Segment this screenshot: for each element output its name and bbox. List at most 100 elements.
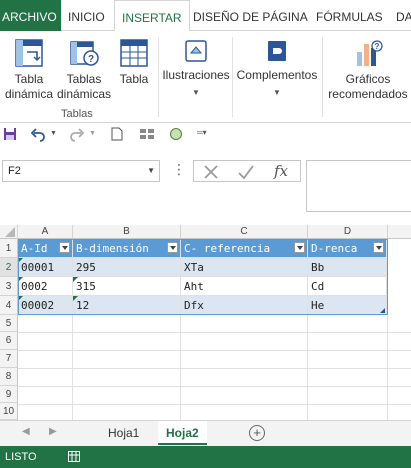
status-text: LISTO — [5, 451, 37, 463]
table-cell[interactable]: Dfx — [181, 296, 308, 315]
row-header[interactable]: 4 — [0, 296, 18, 315]
table-cell[interactable]: 00002 — [18, 296, 73, 315]
table-header-cell[interactable]: D-renca — [308, 239, 387, 258]
pivot-table-icon — [15, 39, 43, 67]
status-bar: LISTO — [0, 446, 411, 468]
table-cell-value: 00001 — [21, 261, 55, 274]
column-header-d[interactable]: D — [308, 225, 388, 239]
insert-function-icon[interactable]: fx — [274, 162, 288, 180]
tab-datos[interactable]: DA — [396, 0, 411, 31]
cancel-icon[interactable] — [203, 164, 219, 180]
more-options-icon[interactable]: ⋮ — [172, 161, 186, 178]
previous-sheet-icon[interactable]: ◀ — [22, 426, 30, 437]
empty-cells[interactable] — [18, 315, 411, 420]
name-box-value: F2 — [8, 165, 21, 177]
filter-dropdown-icon[interactable] — [59, 242, 70, 253]
select-all-corner[interactable] — [0, 225, 18, 239]
row-header[interactable]: 5 — [0, 315, 18, 332]
table-cell[interactable]: 00001 — [18, 258, 73, 277]
sheet-tab-hoja2[interactable]: Hoja2 — [158, 421, 207, 445]
recommended-charts-icon: ? — [357, 40, 383, 66]
addins-icon — [268, 41, 286, 61]
table-cell[interactable]: 12 — [73, 296, 181, 315]
error-indicator-icon — [18, 277, 23, 282]
sheet-tab-hoja1[interactable]: Hoja1 — [100, 421, 147, 445]
table-cell[interactable]: 315 — [73, 277, 181, 296]
table-cell[interactable]: Aht — [181, 277, 308, 296]
gridline — [387, 239, 388, 420]
ribbon-separator — [322, 37, 323, 117]
filter-dropdown-icon[interactable] — [167, 242, 178, 253]
table-resize-handle-icon[interactable] — [380, 308, 385, 313]
table-cell-value: He — [311, 299, 325, 312]
column-header-b[interactable]: B — [73, 225, 181, 239]
customize-toolbar-icon[interactable]: ═▾ — [197, 128, 207, 144]
column-header-e[interactable] — [388, 225, 411, 239]
error-indicator-icon — [18, 296, 23, 301]
next-sheet-icon[interactable]: ▶ — [49, 426, 57, 437]
column-header-c[interactable]: C — [181, 225, 308, 239]
table-cell[interactable]: Bb — [308, 258, 387, 277]
row-header[interactable]: 2 — [0, 258, 18, 277]
row-header[interactable]: 7 — [0, 350, 18, 368]
error-indicator-icon — [18, 258, 23, 263]
macro-record-icon[interactable] — [68, 451, 80, 462]
table-cell[interactable]: 0002 — [18, 277, 73, 296]
pivot-table-button[interactable]: Tabla dinámica — [4, 38, 54, 102]
save-icon[interactable] — [3, 127, 17, 143]
circle-shape-icon[interactable] — [169, 127, 183, 143]
quick-access-toolbar: ▼ ▼ ═▾ — [0, 123, 411, 147]
recommended-pivot-tables-button[interactable]: ? Tablas dinámicas — [56, 38, 112, 102]
recommended-charts-button[interactable]: ? Gráficos recomendados — [326, 38, 410, 102]
table-cell[interactable]: Cd — [308, 277, 387, 296]
select-all-icon — [5, 227, 15, 237]
redo-dropdown-icon[interactable]: ▼ — [89, 130, 96, 146]
enter-check-icon[interactable] — [237, 164, 255, 180]
name-box[interactable]: F2 ▼ — [2, 160, 160, 182]
row-header[interactable]: 6 — [0, 332, 18, 350]
redo-icon[interactable] — [69, 127, 85, 143]
ribbon-tabs: ARCHIVO INICIO INSERTAR DISEÑO DE PÁGINA… — [0, 0, 411, 32]
filter-dropdown-icon[interactable] — [294, 242, 305, 253]
table-header-label: A-Id — [21, 242, 48, 255]
layout-icon[interactable] — [139, 127, 155, 143]
column-header-a[interactable]: A — [18, 225, 73, 239]
table-cell[interactable]: He — [308, 296, 387, 315]
tab-diseno-de-pagina[interactable]: DISEÑO DE PÁGINA — [193, 0, 308, 31]
gridline — [180, 315, 181, 420]
undo-dropdown-icon[interactable]: ▼ — [50, 130, 57, 146]
illustrations-button[interactable]: Ilustraciones ▼ — [162, 38, 230, 100]
tab-inicio[interactable]: INICIO — [68, 0, 105, 31]
row-header[interactable]: 3 — [0, 277, 18, 296]
row-header[interactable]: 10 — [0, 403, 18, 420]
recommended-pivot-tables-icon: ? — [70, 41, 99, 66]
error-indicator-icon — [73, 296, 78, 301]
table-cell-value: 295 — [76, 261, 96, 274]
table-cell[interactable]: XTa — [181, 258, 308, 277]
table-header-cell[interactable]: B-dimensión — [73, 239, 181, 258]
svg-text:?: ? — [88, 54, 94, 65]
chevron-down-icon[interactable]: ▼ — [147, 166, 155, 175]
tables-group-label: Tablas — [61, 108, 93, 120]
undo-icon[interactable] — [30, 127, 46, 143]
tab-archivo[interactable]: ARCHIVO — [0, 0, 61, 31]
row-header[interactable]: 9 — [0, 386, 18, 403]
table-icon — [120, 39, 148, 67]
addins-label: Complementos — [236, 68, 318, 82]
new-document-icon[interactable] — [111, 127, 123, 143]
formula-input[interactable] — [306, 160, 411, 212]
filter-dropdown-icon[interactable] — [373, 242, 384, 253]
addins-button[interactable]: Complementos ▼ — [234, 38, 320, 100]
table-label: Tabla — [119, 72, 149, 86]
formula-buttons: fx — [193, 160, 301, 182]
table-button[interactable]: Tabla — [114, 38, 154, 87]
tab-insertar[interactable]: INSERTAR — [114, 0, 190, 32]
row-header[interactable]: 1 — [0, 239, 18, 258]
tab-formulas[interactable]: FÓRMULAS — [316, 0, 383, 31]
add-sheet-icon[interactable]: + — [249, 425, 265, 441]
illustrations-icon — [185, 40, 207, 62]
row-header[interactable]: 8 — [0, 368, 18, 386]
table-cell[interactable]: 295 — [73, 258, 181, 277]
table-header-cell[interactable]: C- referencia — [181, 239, 308, 258]
table-header-cell[interactable]: A-Id — [18, 239, 73, 258]
